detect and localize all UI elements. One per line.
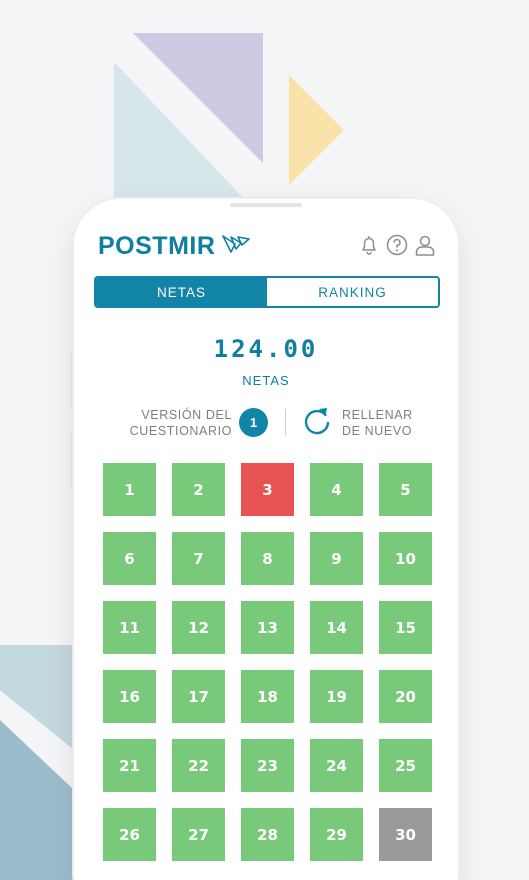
question-cell-18[interactable]: 18 bbox=[241, 670, 294, 723]
question-cell-2[interactable]: 2 bbox=[172, 463, 225, 516]
question-cell-5[interactable]: 5 bbox=[379, 463, 432, 516]
question-cell-13[interactable]: 13 bbox=[241, 601, 294, 654]
question-cell-11[interactable]: 11 bbox=[103, 601, 156, 654]
question-cell-24[interactable]: 24 bbox=[310, 739, 363, 792]
question-cell-22[interactable]: 22 bbox=[172, 739, 225, 792]
question-cell-4[interactable]: 4 bbox=[310, 463, 363, 516]
phone-screen: POSTMIR NETAS RANKING 124.00 NETAS VERSI… bbox=[74, 199, 458, 880]
question-cell-29[interactable]: 29 bbox=[310, 808, 363, 861]
question-cell-1[interactable]: 1 bbox=[103, 463, 156, 516]
question-cell-25[interactable]: 25 bbox=[379, 739, 432, 792]
question-cell-20[interactable]: 20 bbox=[379, 670, 432, 723]
question-cell-16[interactable]: 16 bbox=[103, 670, 156, 723]
question-cell-10[interactable]: 10 bbox=[379, 532, 432, 585]
question-cell-23[interactable]: 23 bbox=[241, 739, 294, 792]
question-cell-26[interactable]: 26 bbox=[103, 808, 156, 861]
question-cell-21[interactable]: 21 bbox=[103, 739, 156, 792]
question-cell-3[interactable]: 3 bbox=[241, 463, 294, 516]
question-cell-8[interactable]: 8 bbox=[241, 532, 294, 585]
question-cell-7[interactable]: 7 bbox=[172, 532, 225, 585]
question-cell-14[interactable]: 14 bbox=[310, 601, 363, 654]
question-cell-6[interactable]: 6 bbox=[103, 532, 156, 585]
question-cell-30[interactable]: 30 bbox=[379, 808, 432, 861]
question-cell-15[interactable]: 15 bbox=[379, 601, 432, 654]
question-cell-12[interactable]: 12 bbox=[172, 601, 225, 654]
question-cell-27[interactable]: 27 bbox=[172, 808, 225, 861]
question-cell-9[interactable]: 9 bbox=[310, 532, 363, 585]
question-cell-17[interactable]: 17 bbox=[172, 670, 225, 723]
question-cell-19[interactable]: 19 bbox=[310, 670, 363, 723]
question-grid: 1 2 3 4 5 6 7 8 9 10 11 12 13 14 15 16 17 18 19 20 21 22 23 24 2… bbox=[74, 199, 458, 880]
question-cell-28[interactable]: 28 bbox=[241, 808, 294, 861]
